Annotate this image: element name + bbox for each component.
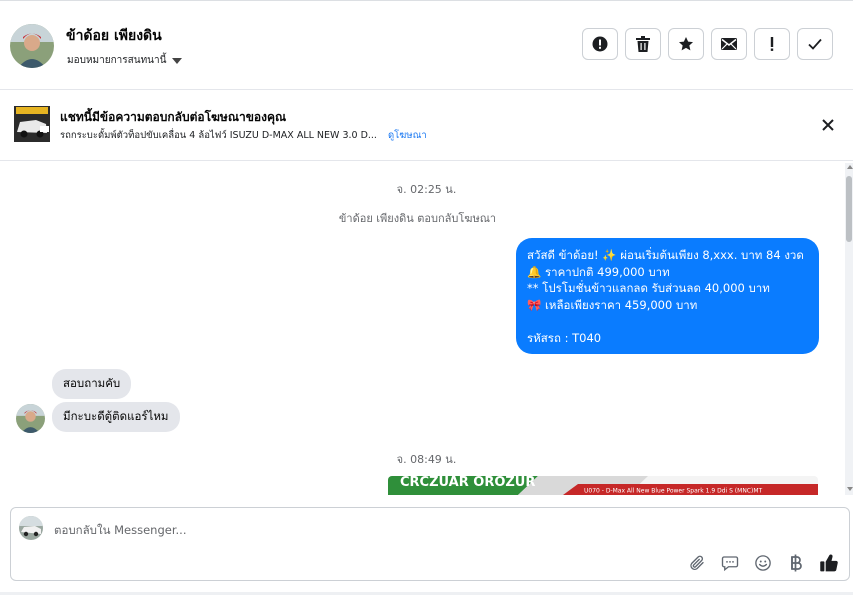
star-button[interactable] [668, 28, 704, 60]
ad-description: รถกระบะดั้มพ์ตัวท็อปขับเคลื่อน 4 ล้อไฟว์… [60, 130, 377, 141]
ad-thumbnail[interactable] [14, 106, 50, 142]
view-ad-link[interactable]: ดูโฆษณา [388, 130, 427, 141]
chevron-down-icon [172, 57, 183, 64]
header-actions [582, 28, 833, 60]
contact-avatar[interactable] [10, 24, 54, 68]
message-thread[interactable]: จ. 02:25 น. ข้าด้อย เพียงดิน ตอบกลับโฆษณ… [0, 161, 853, 495]
ad-reply-banner: แชทนี้มีข้อความตอบกลับต่อโฆษณาของคุณ รถก… [0, 90, 853, 161]
timestamp: จ. 08:49 น. [396, 453, 457, 466]
reply-input[interactable]: ตอบกลับใน Messenger... [54, 522, 186, 540]
contact-avatar-small [16, 404, 45, 433]
report-icon [592, 36, 608, 52]
delete-button[interactable] [625, 28, 661, 60]
ad-banner-subtitle: รถกระบะดั้มพ์ตัวท็อปขับเคลื่อน 4 ล้อไฟว์… [60, 128, 427, 143]
follow-up-button[interactable] [754, 28, 790, 60]
message-line: ** โปรโมชั่นข้าวแลกลด รับส่วนลด 40,000 บ… [527, 281, 770, 295]
page-avatar [19, 516, 43, 540]
emoji-button[interactable] [752, 552, 773, 573]
conversation-header: ข้าด้อย เพียงดิน มอบหมายการสนทนานี้ [0, 1, 853, 90]
smiley-icon [754, 554, 771, 571]
saved-replies-button[interactable] [719, 552, 740, 573]
envelope-icon [721, 38, 737, 50]
payment-button[interactable] [785, 552, 806, 573]
mark-unread-button[interactable] [711, 28, 747, 60]
ad-banner-title: แชทนี้มีข้อความตอบกลับต่อโฆษณาของคุณ [60, 110, 287, 124]
svg-text:CRCZUAR OROZUR: CRCZUAR OROZUR [400, 476, 535, 490]
assign-label: มอบหมายการสนทนานี้ [67, 55, 167, 66]
composer-toolbar [686, 552, 839, 573]
message-line: 🎀 เหลือเพียงราคา 459,000 บาท [527, 297, 698, 312]
incoming-message[interactable]: มีกะบะดีตู้ติดแอร์ไหม [52, 402, 180, 432]
thumbs-up-icon [819, 553, 838, 571]
exclamation-icon [770, 37, 774, 51]
contact-name: ข้าด้อย เพียงดิน [66, 28, 162, 44]
scroll-down-arrow-icon[interactable] [847, 487, 853, 491]
trash-icon [636, 36, 650, 52]
message-line: สวัสดี ข้าด้อย! ✨ ผ่อนเริ่มต้นเพียง 8,xx… [527, 248, 804, 262]
chat-bubble-icon [721, 555, 738, 571]
incoming-message[interactable]: สอบถามคับ [52, 369, 132, 399]
message-line: รหัสรถ : T040 [527, 330, 602, 345]
scroll-up-arrow-icon[interactable] [847, 165, 853, 169]
check-icon [808, 38, 822, 50]
image-attachment[interactable]: CRCZUAR OROZUR U070 - D-Max All New Blue… [388, 476, 818, 495]
paperclip-icon [689, 555, 704, 570]
message-line [527, 313, 808, 330]
mark-done-button[interactable] [797, 28, 833, 60]
star-icon [679, 37, 693, 51]
attach-button[interactable] [686, 552, 707, 573]
system-note: ข้าด้อย เพียงดิน ตอบกลับโฆษณา [338, 212, 497, 225]
assign-conversation-dropdown[interactable]: มอบหมายการสนทนานี้ [67, 53, 183, 68]
close-icon[interactable] [819, 116, 837, 134]
outgoing-message[interactable]: สวัสดี ข้าด้อย! ✨ ผ่อนเริ่มต้นเพียง 8,xx… [516, 238, 819, 354]
timestamp: จ. 02:25 น. [396, 183, 457, 196]
baht-icon [790, 554, 802, 571]
report-button[interactable] [582, 28, 618, 60]
like-button[interactable] [818, 552, 839, 573]
scrollbar-thumb[interactable] [846, 176, 852, 242]
message-composer[interactable]: ตอบกลับใน Messenger... [10, 507, 850, 581]
image-attachment-graphic: CRCZUAR OROZUR U070 - D-Max All New Blue… [388, 476, 818, 495]
image-caption: U070 - D-Max All New Blue Power Spark 1.… [584, 488, 763, 495]
message-line: 🔔 ราคาปกติ 499,000 บาท [527, 264, 670, 279]
